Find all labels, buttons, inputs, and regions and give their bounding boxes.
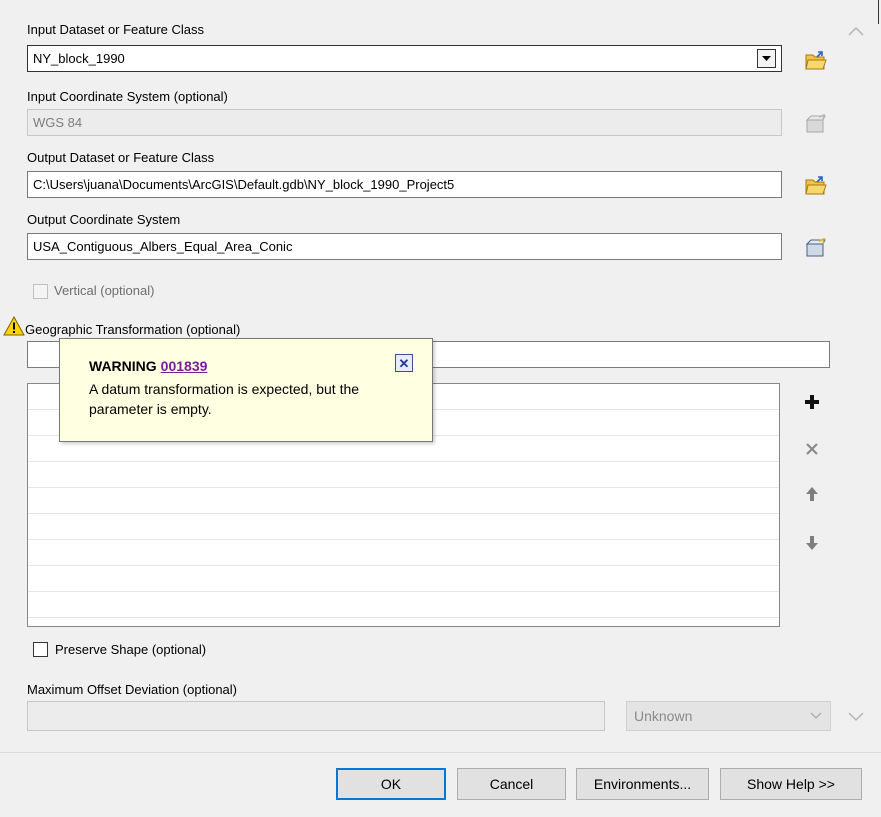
table-row[interactable] — [28, 488, 779, 514]
table-row[interactable] — [28, 592, 779, 618]
warning-message: A datum transformation is expected, but … — [89, 381, 360, 417]
chevron-down-icon — [810, 702, 822, 739]
input-coord-sys-field: WGS 84 — [27, 109, 782, 136]
arrow-up-icon — [806, 487, 818, 501]
input-dataset-combobox[interactable]: NY_block_1990 — [27, 45, 782, 72]
max-offset-input — [27, 701, 605, 731]
plus-icon — [805, 395, 819, 409]
output-dataset-input[interactable]: C:\Users\juana\Documents\ArcGIS\Default.… — [27, 171, 782, 198]
scroll-up-icon[interactable] — [846, 24, 866, 38]
warning-close-button[interactable]: ✕ — [395, 354, 413, 372]
input-coord-sys-properties-button — [801, 109, 831, 139]
delete-row-button[interactable] — [799, 436, 825, 462]
browse-output-button[interactable] — [801, 171, 831, 201]
table-row[interactable] — [28, 540, 779, 566]
warning-title: WARNING 001839 — [89, 358, 207, 374]
table-row[interactable] — [28, 514, 779, 540]
output-coord-sys-value: USA_Contiguous_Albers_Equal_Area_Conic — [33, 239, 293, 254]
move-up-button[interactable] — [799, 481, 825, 507]
input-dataset-value: NY_block_1990 — [33, 51, 125, 66]
open-folder-icon — [805, 176, 827, 195]
warning-tooltip: WARNING 001839 ✕ A datum transformation i… — [59, 338, 433, 442]
ok-button[interactable]: OK — [336, 768, 446, 800]
warning-code-link[interactable]: 001839 — [161, 358, 208, 374]
preserve-shape-label: Preserve Shape (optional) — [55, 642, 207, 657]
output-coord-sys-properties-button[interactable] — [801, 233, 831, 263]
cancel-button[interactable]: Cancel — [457, 768, 566, 800]
close-icon — [806, 443, 818, 455]
table-row[interactable] — [28, 566, 779, 592]
input-coord-sys-label: Input Coordinate System (optional) — [27, 89, 228, 104]
output-coord-sys-field[interactable]: USA_Contiguous_Albers_Equal_Area_Conic — [27, 233, 782, 260]
open-folder-icon — [805, 51, 827, 70]
show-help-button[interactable]: Show Help >> — [720, 768, 862, 800]
chevron-down-icon — [762, 55, 771, 61]
warning-icon[interactable] — [3, 315, 25, 336]
output-dataset-label: Output Dataset or Feature Class — [27, 150, 215, 165]
preserve-shape-checkbox[interactable] — [33, 642, 48, 657]
table-row[interactable] — [28, 462, 779, 488]
add-row-button[interactable] — [799, 389, 825, 415]
warning-title-text: WARNING — [89, 358, 157, 374]
scroll-down-icon[interactable] — [846, 710, 866, 724]
vertical-checkbox[interactable] — [33, 284, 48, 299]
output-dataset-value: C:\Users\juana\Documents\ArcGIS\Default.… — [33, 177, 455, 192]
browse-input-button[interactable] — [801, 46, 831, 76]
input-dataset-dropdown-arrow[interactable] — [757, 49, 776, 68]
spatial-reference-icon — [805, 114, 826, 133]
input-dataset-label: Input Dataset or Feature Class — [27, 22, 205, 37]
move-down-button[interactable] — [799, 530, 825, 556]
environments-button[interactable]: Environments... — [576, 768, 709, 800]
input-coord-sys-value: WGS 84 — [33, 115, 83, 130]
close-icon: ✕ — [398, 355, 410, 371]
footer-separator — [0, 752, 881, 753]
geo-transform-label: Geographic Transformation (optional) — [25, 322, 241, 337]
max-offset-label: Maximum Offset Deviation (optional) — [27, 682, 238, 697]
output-coord-sys-label: Output Coordinate System — [27, 212, 181, 227]
spatial-reference-icon — [805, 238, 826, 257]
vertical-label: Vertical (optional) — [54, 283, 155, 298]
max-offset-unit-dropdown: Unknown — [626, 701, 831, 731]
arrow-down-icon — [806, 536, 818, 550]
max-offset-unit-value: Unknown — [634, 708, 693, 724]
